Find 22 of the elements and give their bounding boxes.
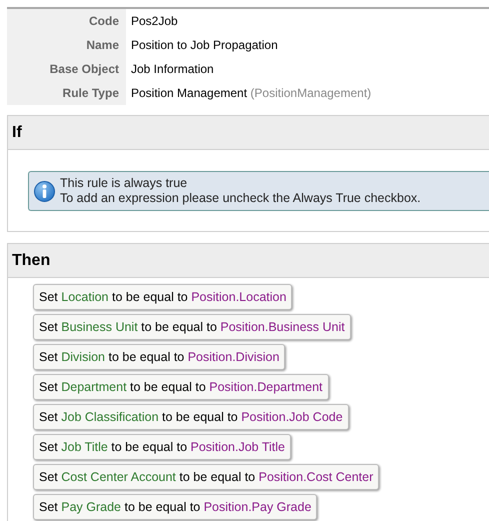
field-value: Job Information: [131, 62, 214, 76]
section-title: If: [12, 124, 22, 142]
action-button[interactable]: Set Department to be equal to Position.Department: [33, 374, 329, 400]
action-button[interactable]: Set Job Classification to be equal to Position.Job Code: [33, 404, 349, 430]
field-value: Pos2Job: [131, 14, 178, 28]
field-label: Rule Type: [7, 81, 126, 105]
field-label: Code: [7, 9, 126, 33]
field-note: (PositionManagement): [250, 86, 372, 100]
action-button[interactable]: Set Cost Center Account to be equal to Position.Cost Center: [33, 464, 380, 490]
info-text: This rule is always true: [60, 176, 188, 191]
action-button[interactable]: Set Pay Grade to be equal to Position.Pay Grade: [33, 494, 318, 520]
field-label: Name: [7, 33, 126, 57]
info-text: To add an expression please uncheck the Always True checkbox.: [60, 191, 421, 206]
info-icon: [34, 180, 55, 202]
field-value: Position to Job Propagation: [131, 38, 278, 52]
section-title: Then: [12, 252, 50, 270]
action-button[interactable]: Set Division to be equal to Position.Division: [33, 344, 286, 370]
action-button[interactable]: Set Job Title to be equal to Position.Job Title: [33, 434, 292, 460]
field-value: Position Management: [131, 86, 248, 100]
action-button[interactable]: Set Business Unit to be equal to Position.Business Unit: [33, 314, 351, 340]
action-button[interactable]: Set Location to be equal to Position.Location: [33, 284, 292, 310]
field-label: Base Object: [7, 57, 126, 81]
